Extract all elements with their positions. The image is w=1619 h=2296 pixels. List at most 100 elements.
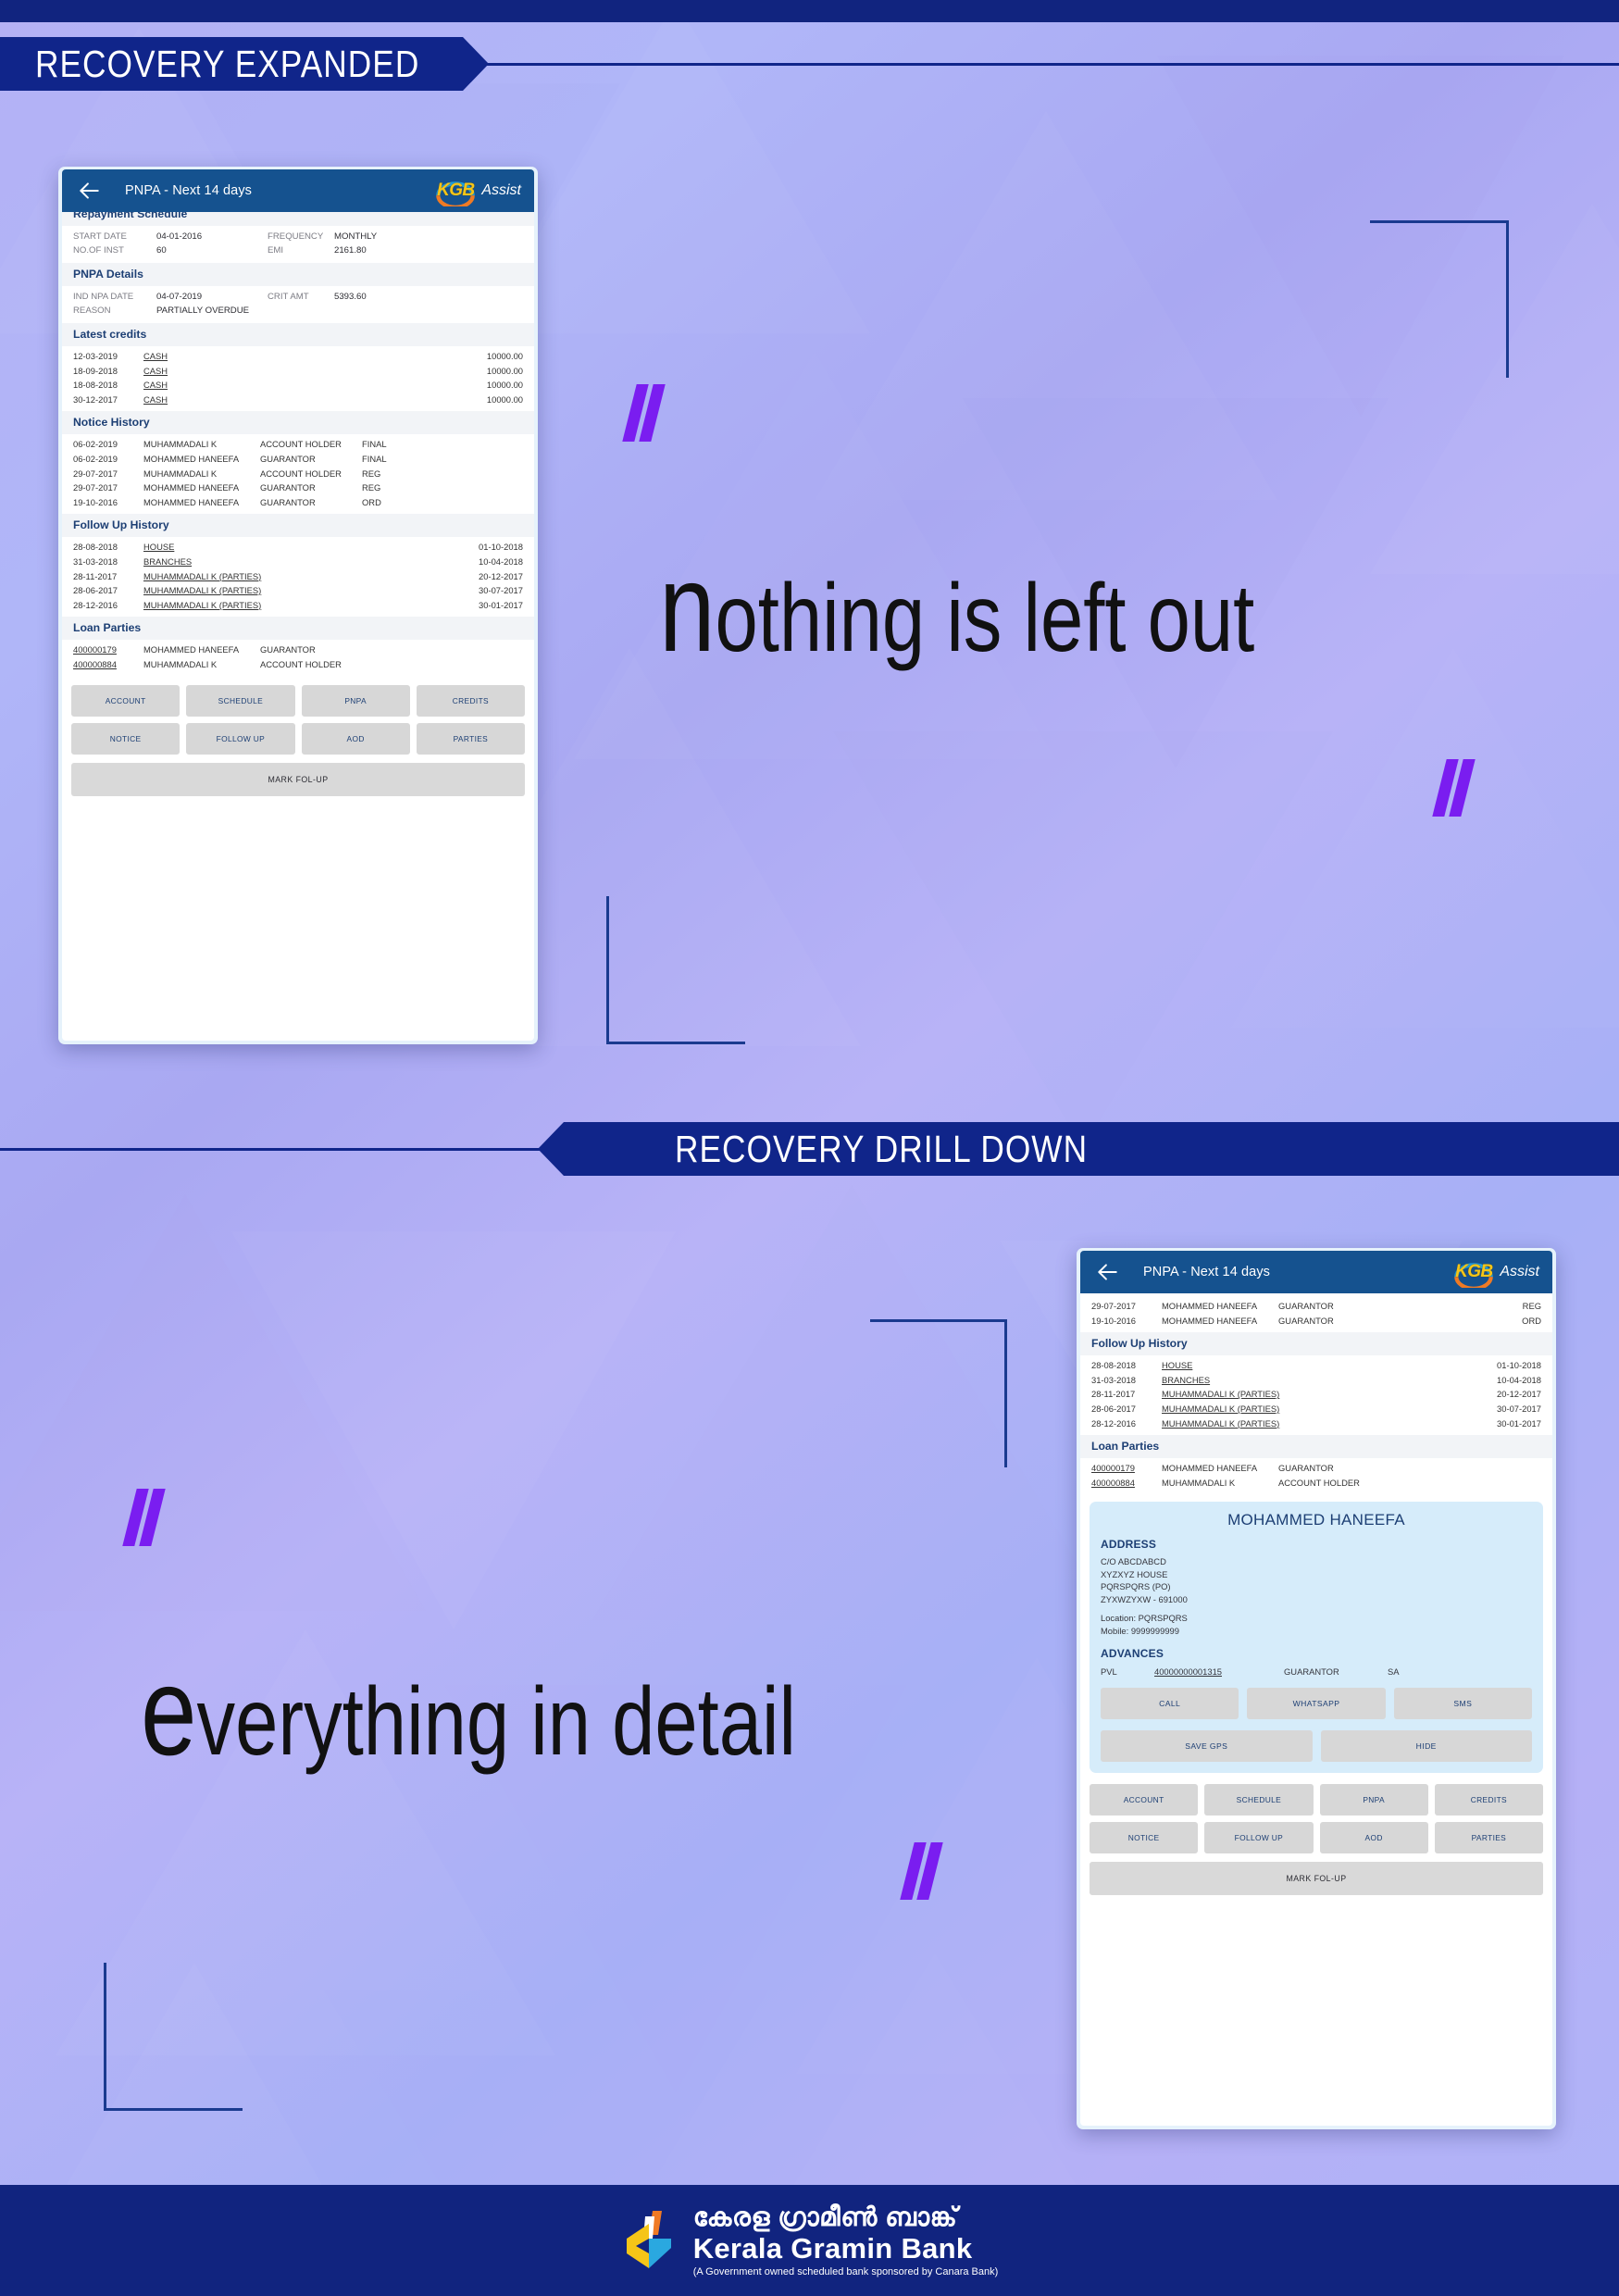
followup-date: 28-11-2017: [73, 570, 118, 581]
app-bar-title: PNPA - Next 14 days: [1143, 1265, 1271, 1279]
button-credits[interactable]: CREDITS: [416, 684, 525, 717]
button-schedule[interactable]: SCHEDULE: [186, 684, 295, 717]
button-parties[interactable]: PARTIES: [416, 722, 525, 755]
headline-one-rest: othing is left out: [715, 565, 1255, 672]
button-hide[interactable]: HIDE: [1320, 1730, 1532, 1763]
button-follow-up[interactable]: FOLLOW UP: [186, 722, 295, 755]
credit-mode[interactable]: CASH: [143, 378, 168, 393]
followup-place[interactable]: MUHAMMADALI K (PARTIES): [1162, 1387, 1279, 1402]
button-save-gps[interactable]: SAVE GPS: [1101, 1730, 1313, 1763]
button-follow-up[interactable]: FOLLOW UP: [1204, 1822, 1314, 1854]
section-header-loan-parties: Loan Parties: [1080, 1435, 1552, 1459]
button-aod[interactable]: AOD: [301, 722, 410, 755]
button-notice[interactable]: NOTICE: [1090, 1822, 1199, 1854]
list-item: 29-07-2017 MOHAMMED HANEEFA GUARANTOR RE…: [1091, 1299, 1541, 1314]
followup-place[interactable]: BRANCHES: [143, 555, 192, 569]
followup-place[interactable]: HOUSE: [143, 540, 174, 555]
ribbon-recovery-drill-down: RECOVERY DRILL DOWN: [538, 1122, 1619, 1176]
kgb-logo-suffix: Assist: [481, 182, 521, 198]
party-role: ACCOUNT HOLDER: [1278, 1477, 1360, 1488]
pnpa-details-rows: IND NPA DATE 04-07-2019 CRIT AMT 5393.60…: [62, 286, 534, 323]
phone-mockup-recovery-expanded: PNPA - Next 14 days KGB Assist Repayment…: [58, 167, 538, 1044]
notice-role: ACCOUNT HOLDER: [260, 468, 342, 479]
repayment-schedule-rows: START DATE 04-01-2016 FREQUENCY MONTHLY …: [62, 226, 534, 263]
followup-next-date: 30-01-2017: [479, 599, 523, 610]
button-pnpa[interactable]: PNPA: [1319, 1784, 1428, 1816]
kgb-logo-suffix: Assist: [1500, 1264, 1539, 1279]
kv-row: REASON PARTIALLY OVERDUE: [73, 304, 523, 318]
button-mark-fol-up[interactable]: MARK FOL-UP: [1090, 1862, 1543, 1896]
followup-next-date: 20-12-2017: [479, 570, 523, 581]
action-button-grid-drill: ACCOUNT SCHEDULE PNPA CREDITS NOTICE FOL…: [1080, 1778, 1552, 1859]
credit-mode[interactable]: CASH: [143, 364, 168, 379]
headline-everything-in-detail: everything in detail: [141, 1639, 960, 1783]
kv-label: REASON: [73, 306, 111, 316]
party-id[interactable]: 400000179: [73, 643, 143, 657]
button-notice[interactable]: NOTICE: [71, 722, 181, 755]
phone-mockup-recovery-drill-down: PNPA - Next 14 days KGB Assist 29-07-201…: [1077, 1248, 1556, 2129]
list-item: 29-07-2017 MUHAMMADALI K ACCOUNT HOLDER …: [73, 467, 523, 481]
button-credits[interactable]: CREDITS: [1434, 1784, 1543, 1816]
back-arrow-icon[interactable]: [1095, 1260, 1119, 1284]
advance-role: GUARANTOR: [1284, 1666, 1339, 1678]
kv-value: 04-01-2016: [156, 231, 203, 242]
followup-place[interactable]: MUHAMMADALI K (PARTIES): [1162, 1416, 1279, 1431]
back-arrow-icon[interactable]: [77, 179, 101, 203]
headline-two-rest: verything in detail: [196, 1668, 796, 1776]
advance-code: SA: [1388, 1666, 1400, 1678]
notice-name: MOHAMMED HANEEFA: [143, 496, 240, 507]
button-call[interactable]: CALL: [1101, 1688, 1239, 1720]
list-item: 18-09-2018 CASH 10000.00: [73, 364, 523, 379]
button-account[interactable]: ACCOUNT: [1090, 1784, 1199, 1816]
advance-account[interactable]: 40000000001315: [1154, 1666, 1284, 1677]
party-id[interactable]: 400000179: [1091, 1461, 1162, 1476]
list-item: 400000884 MUHAMMADALI K ACCOUNT HOLDER: [1091, 1476, 1541, 1491]
button-account[interactable]: ACCOUNT: [71, 684, 181, 717]
notice-role: GUARANTOR: [1278, 1301, 1334, 1311]
party-role: GUARANTOR: [1278, 1463, 1334, 1474]
quote-mark-lower-mid: [900, 1842, 943, 1900]
button-parties[interactable]: PARTIES: [1434, 1822, 1543, 1854]
bracket-bottom-left: [104, 1963, 243, 2111]
followup-place[interactable]: MUHAMMADALI K (PARTIES): [143, 583, 261, 598]
party-id[interactable]: 400000884: [73, 657, 143, 672]
party-card-buttons-row-2: SAVE GPS HIDE: [1101, 1730, 1532, 1763]
notice-date: 19-10-2016: [73, 496, 118, 507]
followup-place[interactable]: MUHAMMADALI K (PARTIES): [143, 569, 261, 584]
kv-row: START DATE 04-01-2016 FREQUENCY MONTHLY: [73, 230, 523, 243]
party-id[interactable]: 400000884: [1091, 1476, 1162, 1491]
kgb-logo-text: KGB: [1455, 1262, 1493, 1281]
footer-bank-name-english: Kerala Gramin Bank: [692, 2231, 973, 2265]
list-item: 28-08-2018 HOUSE 01-10-2018: [73, 540, 523, 555]
kgb-assist-logo: KGB Assist: [1450, 1256, 1539, 1288]
kv-value: PARTIALLY OVERDUE: [156, 306, 250, 316]
credit-amount: 10000.00: [486, 351, 523, 361]
followup-date: 28-06-2017: [73, 585, 118, 596]
followup-place[interactable]: HOUSE: [1162, 1358, 1192, 1373]
credit-amount: 10000.00: [486, 380, 523, 391]
kv-label: START DATE: [73, 231, 127, 242]
app-bar-expanded: PNPA - Next 14 days KGB Assist: [62, 169, 534, 212]
followup-next-date: 01-10-2018: [479, 542, 523, 553]
list-item: 400000179 MOHAMMED HANEEFA GUARANTOR: [1091, 1461, 1541, 1476]
button-whatsapp[interactable]: WHATSAPP: [1247, 1688, 1386, 1720]
headline-two-capital: e: [141, 1641, 197, 1781]
followup-place[interactable]: MUHAMMADALI K (PARTIES): [143, 598, 261, 613]
party-name: MOHAMMED HANEEFA: [143, 644, 240, 655]
list-item: 28-11-2017 MUHAMMADALI K (PARTIES) 20-12…: [1091, 1387, 1541, 1402]
credit-mode[interactable]: CASH: [143, 393, 168, 407]
button-pnpa[interactable]: PNPA: [301, 684, 410, 717]
party-name: MUHAMMADALI K: [1162, 1477, 1236, 1488]
list-item: 12-03-2019 CASH 10000.00: [73, 349, 523, 364]
followup-place[interactable]: MUHAMMADALI K (PARTIES): [1162, 1402, 1279, 1416]
button-aod[interactable]: AOD: [1319, 1822, 1428, 1854]
button-mark-fol-up[interactable]: MARK FOL-UP: [71, 762, 525, 796]
followup-place[interactable]: BRANCHES: [1162, 1373, 1210, 1388]
advance-row: PVL 40000000001315 GUARANTOR SA: [1101, 1665, 1532, 1677]
credit-mode[interactable]: CASH: [143, 349, 168, 364]
button-schedule[interactable]: SCHEDULE: [1204, 1784, 1314, 1816]
list-item: 31-03-2018 BRANCHES 10-04-2018: [73, 555, 523, 569]
notice-role: GUARANTOR: [260, 453, 316, 464]
address-line: XYZXYZ HOUSE: [1101, 1568, 1168, 1579]
button-sms[interactable]: SMS: [1393, 1688, 1532, 1720]
